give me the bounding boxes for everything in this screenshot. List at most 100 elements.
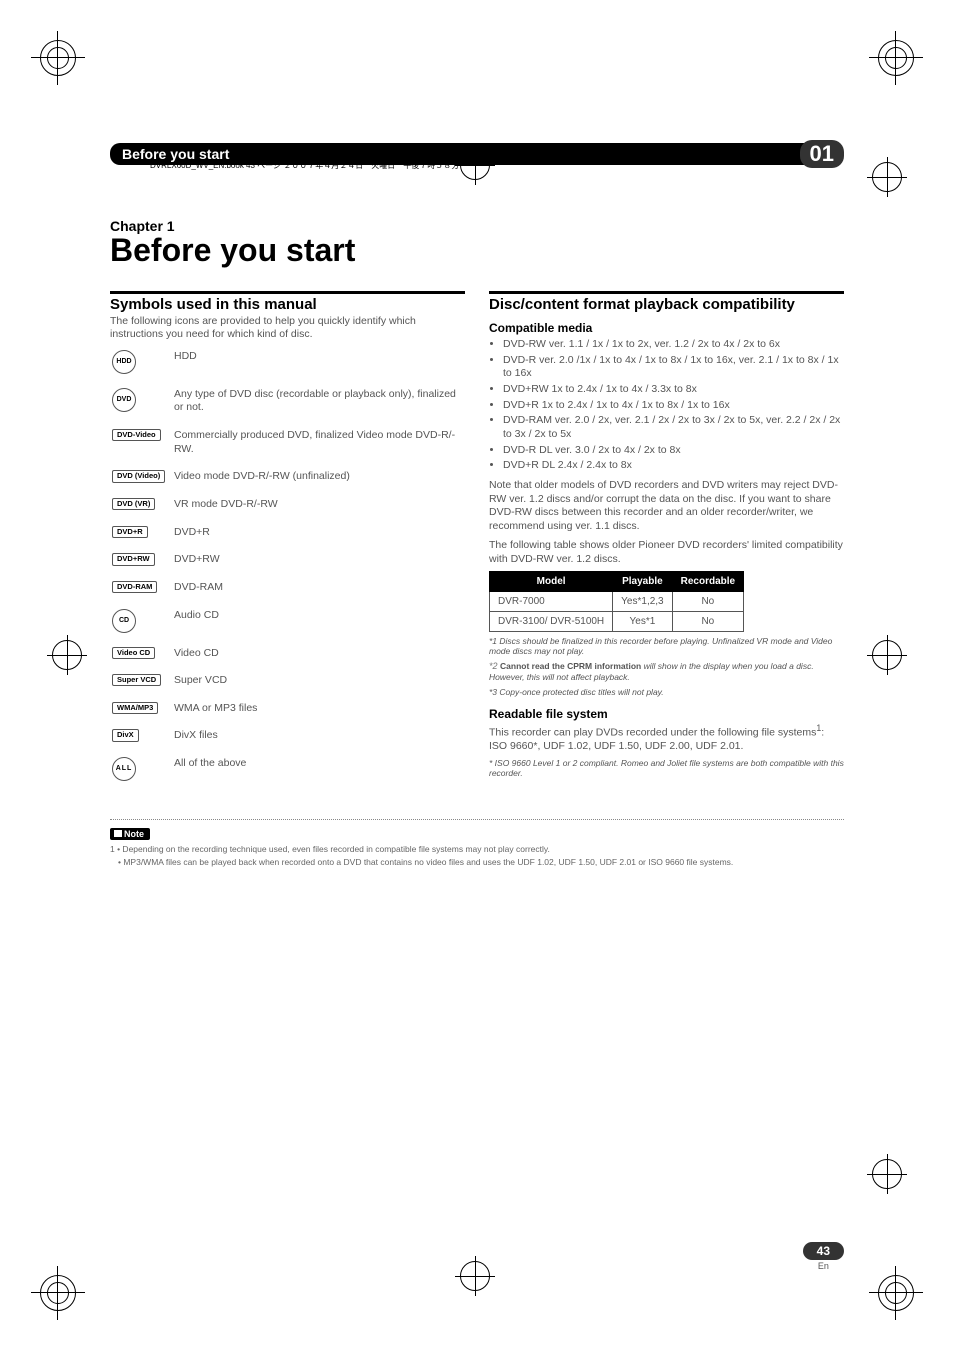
- left-column: Symbols used in this manual The followin…: [110, 291, 465, 789]
- symbol-desc: Super VCD: [174, 668, 463, 694]
- heading-rule: [489, 291, 844, 294]
- symbol-row: DVD (Video) Video mode DVD-R/-RW (unfinal…: [112, 464, 463, 490]
- document-page: DVRLX60D_WV_EN.book 43 ページ ２００７年４月２４日 火曜…: [0, 0, 954, 1351]
- page-number-value: 43: [803, 1242, 844, 1260]
- note-text: 1 • Depending on the recording technique…: [110, 844, 844, 855]
- symbol-desc: WMA or MP3 files: [174, 696, 463, 722]
- page-number: 43 En: [803, 1242, 844, 1271]
- symbol-row: DVD-Video Commercially produced DVD, fina…: [112, 423, 463, 462]
- crop-mark-icon: [40, 40, 76, 76]
- symbol-row: DVD+R DVD+R: [112, 520, 463, 546]
- list-item: DVD-RW ver. 1.1 / 1x / 1x to 2x, ver. 1.…: [503, 338, 844, 352]
- compat-heading: Disc/content format playback compatibili…: [489, 295, 844, 315]
- symbol-desc: Video mode DVD-R/-RW (unfinalized): [174, 464, 463, 490]
- footnote: *3 Copy-once protected disc titles will …: [489, 687, 844, 698]
- dvd-ram-icon: DVD-RAM: [112, 581, 157, 593]
- symbol-row: CD Audio CD: [112, 603, 463, 639]
- symbol-desc: HDD: [174, 344, 463, 380]
- dvd-icon: DVD: [112, 388, 136, 412]
- file-header-text: DVRLX60D_WV_EN.book 43 ページ ２００７年４月２４日 火曜…: [150, 160, 459, 171]
- rfs-intro: This recorder can play DVDs recorded und…: [489, 727, 816, 739]
- symbol-desc: Commercially produced DVD, finalized Vid…: [174, 423, 463, 462]
- symbol-row: DVD+RW DVD+RW: [112, 547, 463, 573]
- symbol-desc: DVD+RW: [174, 547, 463, 573]
- right-column: Disc/content format playback compatibili…: [489, 291, 844, 789]
- video-cd-icon: Video CD: [112, 647, 155, 659]
- list-item: DVD-R DL ver. 3.0 / 2x to 4x / 2x to 8x: [503, 444, 844, 458]
- iso-footnote: * ISO 9660 Level 1 or 2 compliant. Romeo…: [489, 758, 844, 779]
- register-mark-icon: [872, 640, 902, 670]
- super-vcd-icon: Super VCD: [112, 674, 161, 686]
- readable-fs-heading: Readable file system: [489, 707, 844, 723]
- symbol-desc: Video CD: [174, 641, 463, 667]
- paragraph: The following table shows older Pioneer …: [489, 539, 844, 566]
- symbols-table: HDD HDD DVD Any type of DVD disc (recordab…: [110, 342, 465, 789]
- symbol-row: Video CD Video CD: [112, 641, 463, 667]
- table-cell: Yes*1,2,3: [613, 591, 672, 611]
- paragraph: Note that older models of DVD recorders …: [489, 479, 844, 534]
- compat-table: Model Playable Recordable DVR-7000 Yes*1…: [489, 571, 744, 632]
- content-columns: Symbols used in this manual The followin…: [110, 291, 844, 789]
- symbol-row: WMA/MP3 WMA or MP3 files: [112, 696, 463, 722]
- readable-fs-text: This recorder can play DVDs recorded und…: [489, 723, 844, 754]
- table-cell: DVR-7000: [490, 591, 613, 611]
- media-list: DVD-RW ver. 1.1 / 1x / 1x to 2x, ver. 1.…: [489, 338, 844, 473]
- table-header: Playable: [613, 571, 672, 591]
- table-cell: Yes*1: [613, 611, 672, 631]
- divx-icon: DivX: [112, 729, 139, 741]
- page-lang: En: [803, 1261, 844, 1271]
- register-mark-icon: [460, 1261, 490, 1291]
- hdd-icon: HDD: [112, 350, 136, 374]
- register-mark-icon: [872, 162, 902, 192]
- table-row: DVR-7000 Yes*1,2,3 No: [490, 591, 744, 611]
- register-mark-icon: [872, 1159, 902, 1189]
- symbols-heading: Symbols used in this manual: [110, 295, 465, 315]
- all-icon: ALL: [112, 757, 136, 781]
- cprm-bold: Cannot read the CPRM information: [500, 661, 641, 671]
- symbol-desc: Any type of DVD disc (recordable or play…: [174, 382, 463, 421]
- crop-mark-icon: [878, 40, 914, 76]
- cd-icon: CD: [112, 609, 136, 633]
- symbol-desc: DVD+R: [174, 520, 463, 546]
- dvd-video-unf-icon: DVD (Video): [112, 470, 165, 482]
- symbols-intro: The following icons are provided to help…: [110, 315, 465, 342]
- chapter-title: Before you start: [110, 232, 844, 269]
- symbol-desc: DVD-RAM: [174, 575, 463, 601]
- footnote: *1 Discs should be finalized in this rec…: [489, 636, 844, 657]
- list-item: DVD+RW 1x to 2.4x / 1x to 4x / 3.3x to 8…: [503, 383, 844, 397]
- note-section: Note 1 • Depending on the recording tech…: [110, 819, 844, 867]
- crop-mark-icon: [878, 1275, 914, 1311]
- list-item: DVD+R 1x to 2.4x / 1x to 4x / 1x to 8x /…: [503, 399, 844, 413]
- symbol-desc: DivX files: [174, 723, 463, 749]
- dvd-plus-rw-icon: DVD+RW: [112, 553, 155, 565]
- section-number: 01: [800, 140, 844, 168]
- symbol-desc: Audio CD: [174, 603, 463, 639]
- dvd-vr-icon: DVD (VR): [112, 498, 155, 510]
- table-row: DVR-3100/ DVR-5100H Yes*1 No: [490, 611, 744, 631]
- symbol-row: HDD HDD: [112, 344, 463, 380]
- heading-rule: [110, 291, 465, 294]
- note-text: • MP3/WMA files can be played back when …: [118, 857, 844, 868]
- dvd-video-icon: DVD-Video: [112, 429, 161, 441]
- list-item: DVD+R DL 2.4x / 2.4x to 8x: [503, 459, 844, 473]
- symbol-row: ALL All of the above: [112, 751, 463, 787]
- symbol-desc: All of the above: [174, 751, 463, 787]
- table-header: Model: [490, 571, 613, 591]
- symbol-row: DVD-RAM DVD-RAM: [112, 575, 463, 601]
- dvd-plus-r-icon: DVD+R: [112, 526, 148, 538]
- table-cell: No: [672, 591, 743, 611]
- wma-mp3-icon: WMA/MP3: [112, 702, 158, 714]
- table-cell: No: [672, 611, 743, 631]
- note-icon: Note: [110, 828, 150, 840]
- crop-mark-icon: [40, 1275, 76, 1311]
- register-mark-icon: [52, 640, 82, 670]
- table-cell: DVR-3100/ DVR-5100H: [490, 611, 613, 631]
- compatible-media-heading: Compatible media: [489, 321, 844, 337]
- symbol-row: DivX DivX files: [112, 723, 463, 749]
- table-header: Recordable: [672, 571, 743, 591]
- footnote: *2 Cannot read the CPRM information will…: [489, 661, 844, 683]
- list-item: DVD-R ver. 2.0 /1x / 1x to 4x / 1x to 8x…: [503, 354, 844, 381]
- symbol-row: DVD Any type of DVD disc (recordable or p…: [112, 382, 463, 421]
- symbol-row: Super VCD Super VCD: [112, 668, 463, 694]
- register-mark-icon: [460, 150, 490, 180]
